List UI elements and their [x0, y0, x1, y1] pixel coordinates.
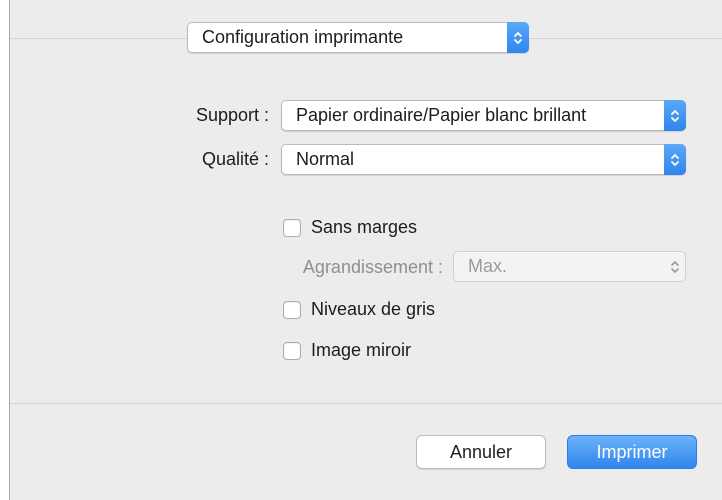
niveaux-de-gris-box[interactable]: [283, 300, 301, 319]
pane-popup[interactable]: Configuration imprimante: [187, 22, 529, 53]
updown-chevron-icon: [664, 100, 686, 131]
image-miroir-checkbox[interactable]: Image miroir: [283, 340, 411, 361]
agrandissement-label: Agrandissement :: [302, 257, 443, 277]
sans-marges-box[interactable]: [283, 218, 301, 237]
support-value: Papier ordinaire/Papier blanc brillant: [296, 105, 587, 125]
agrandissement-value: Max.: [468, 256, 508, 276]
cancel-button-label: Annuler: [449, 441, 513, 462]
qualite-popup[interactable]: Normal: [281, 144, 686, 175]
cancel-button[interactable]: Annuler: [416, 435, 546, 469]
support-label: Support :: [195, 105, 269, 125]
agrandissement-popup[interactable]: Max.: [453, 251, 686, 282]
niveaux-de-gris-label: Niveaux de gris: [311, 299, 436, 319]
qualite-label: Qualité :: [201, 149, 269, 169]
image-miroir-box[interactable]: [283, 341, 301, 360]
sans-marges-checkbox[interactable]: Sans marges: [283, 217, 417, 238]
pane-popup-label: Configuration imprimante: [202, 27, 404, 47]
image-miroir-label: Image miroir: [311, 340, 412, 360]
niveaux-de-gris-checkbox[interactable]: Niveaux de gris: [283, 299, 435, 320]
updown-chevron-icon: [507, 22, 529, 53]
updown-chevron-icon: [664, 144, 686, 175]
updown-chevron-icon: [664, 251, 686, 282]
sans-marges-label: Sans marges: [311, 217, 418, 237]
support-popup[interactable]: Papier ordinaire/Papier blanc brillant: [281, 100, 686, 131]
print-button-label: Imprimer: [596, 441, 668, 462]
print-button[interactable]: Imprimer: [567, 435, 697, 469]
qualite-value: Normal: [296, 149, 355, 169]
bottom-separator: [10, 403, 722, 404]
print-dialog: Configuration imprimante Support : Papie…: [9, 0, 722, 500]
